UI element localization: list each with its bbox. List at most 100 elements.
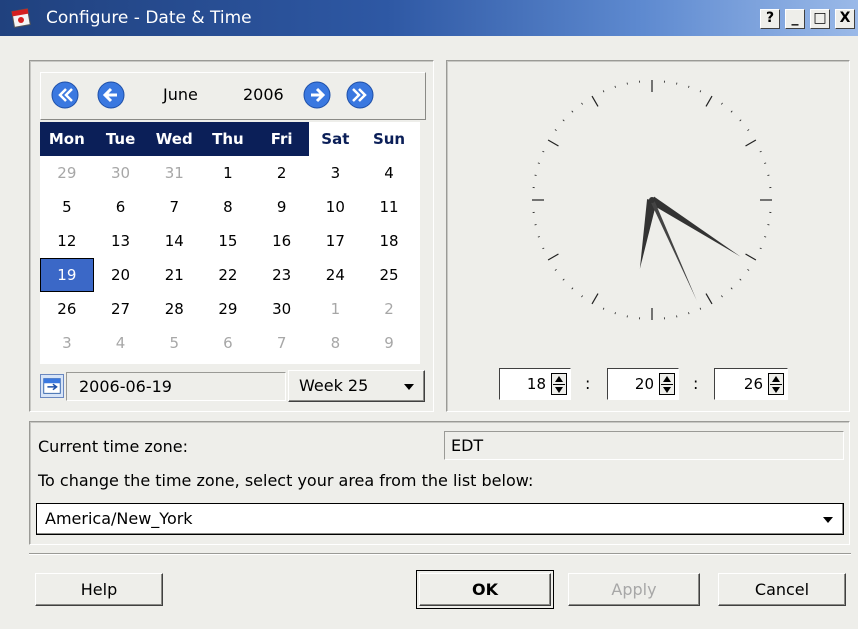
clock-hour-tick [705,293,713,305]
calendar-day[interactable]: 4 [362,156,416,190]
title-bar: Configure - Date & Time ? _ □ X [0,0,858,36]
calendar-day[interactable]: 28 [147,292,201,326]
calendar-week-row: 12 13 14 15 16 17 18 [40,224,416,258]
today-calendar-icon[interactable] [40,374,64,398]
apply-button-label: Apply [611,580,657,599]
calendar-day[interactable]: 15 [201,224,255,258]
clock-minute-tick [730,287,733,290]
next-year-icon[interactable] [346,81,374,109]
clock-minute-tick [688,312,690,315]
calendar-day[interactable]: 26 [40,292,94,326]
calendar-day[interactable]: 13 [94,224,148,258]
month-label[interactable]: June [163,85,198,104]
calendar-day[interactable]: 22 [201,258,255,292]
calendar-day[interactable]: 24 [309,258,363,292]
calendar-day[interactable]: 14 [147,224,201,258]
calendar-day[interactable]: 27 [94,292,148,326]
calendar-day[interactable]: 6 [94,190,148,224]
date-input[interactable]: 2006-06-19 [66,372,286,401]
prev-year-icon[interactable] [51,81,79,109]
minute-value: 20 [634,375,654,393]
clock-hour-tick [547,253,559,261]
prev-month-icon[interactable] [97,81,125,109]
calendar-day[interactable]: 11 [362,190,416,224]
calendar-day[interactable]: 5 [40,190,94,224]
chevron-down-icon [823,517,833,523]
help-button[interactable]: Help [35,573,163,606]
calendar-day[interactable]: 1 [309,292,363,326]
minute-spinbox[interactable]: 20 [607,368,679,400]
calendar-header: June 2006 [40,72,426,120]
clock-minute-tick [688,85,690,88]
calendar-day[interactable]: 1 [201,156,255,190]
clock-minute-tick [542,247,545,250]
calendar-day[interactable]: 7 [255,326,309,360]
calendar-day[interactable]: 31 [147,156,201,190]
analog-clock [532,80,772,320]
calendar-day[interactable]: 8 [309,326,363,360]
calendar-day[interactable]: 30 [94,156,148,190]
clock-minute-tick [542,150,545,153]
calendar-day[interactable]: 10 [309,190,363,224]
calendar-day[interactable]: 2 [255,156,309,190]
calendar-day[interactable]: 29 [40,156,94,190]
calendar-day[interactable]: 5 [147,326,201,360]
calendar-day[interactable]: 20 [94,258,148,292]
ok-button[interactable]: OK [416,570,554,609]
calendar-day[interactable]: 18 [362,224,416,258]
calendar-day[interactable]: 3 [40,326,94,360]
clock-hour-tick [547,139,559,147]
calendar-day[interactable]: 7 [147,190,201,224]
week-select[interactable]: Week 25 [288,370,425,402]
year-label[interactable]: 2006 [243,85,284,104]
clock-minute-tick [759,247,762,250]
calendar-day[interactable]: 9 [255,190,309,224]
calendar-day[interactable]: 12 [40,224,94,258]
calendar-day[interactable]: 4 [94,326,148,360]
help-title-button[interactable]: ? [760,9,780,29]
hour-spinbox[interactable]: 18 [499,368,571,400]
close-button[interactable]: X [835,9,855,29]
calendar-week-row: 29 30 31 1 2 3 4 [40,156,416,190]
calendar-day[interactable]: 23 [255,258,309,292]
clock-minute-tick [614,85,616,88]
calendar-day[interactable]: 16 [255,224,309,258]
cancel-button-label: Cancel [754,580,810,599]
calendar-day[interactable]: 29 [201,292,255,326]
calendar-week-row: 26 27 28 29 30 1 2 [40,292,416,326]
calendar-day[interactable]: 3 [309,156,363,190]
spin-arrows-icon[interactable] [659,373,675,395]
weekday-tue: Tue [105,130,136,148]
clock-hour-tick [745,253,757,261]
calendar-day[interactable]: 2 [362,292,416,326]
calendar-day-selected[interactable]: 19 [40,258,94,292]
clock-minute-tick [562,278,565,281]
timezone-select[interactable]: America/New_York [36,503,844,535]
apply-button[interactable]: Apply [568,573,700,606]
clock-minute-tick [602,90,605,93]
second-spinbox[interactable]: 26 [714,368,788,400]
clock-hour-tick [745,139,757,147]
timezone-instruction: To change the time zone, select your are… [38,471,534,490]
chevron-down-icon [404,384,414,390]
calendar-day[interactable]: 6 [201,326,255,360]
cancel-button[interactable]: Cancel [718,573,846,606]
next-month-icon[interactable] [303,81,331,109]
timezone-select-value: America/New_York [45,509,193,528]
clock-center [649,197,655,203]
calendar-day[interactable]: 21 [147,258,201,292]
calendar-day[interactable]: 9 [362,326,416,360]
clock-hour-tick [591,95,599,107]
minimize-button[interactable]: _ [785,9,805,29]
weekday-sat: Sat [308,122,363,156]
spin-arrows-icon[interactable] [551,373,567,395]
calendar-day[interactable]: 25 [362,258,416,292]
calendar-day[interactable]: 30 [255,292,309,326]
clock-minute-tick [581,102,583,105]
time-separator: : [585,374,591,393]
maximize-button[interactable]: □ [810,9,830,29]
calendar-day[interactable]: 17 [309,224,363,258]
clock-minute-tick [581,295,583,298]
spin-arrows-icon[interactable] [768,373,784,395]
calendar-day[interactable]: 8 [201,190,255,224]
